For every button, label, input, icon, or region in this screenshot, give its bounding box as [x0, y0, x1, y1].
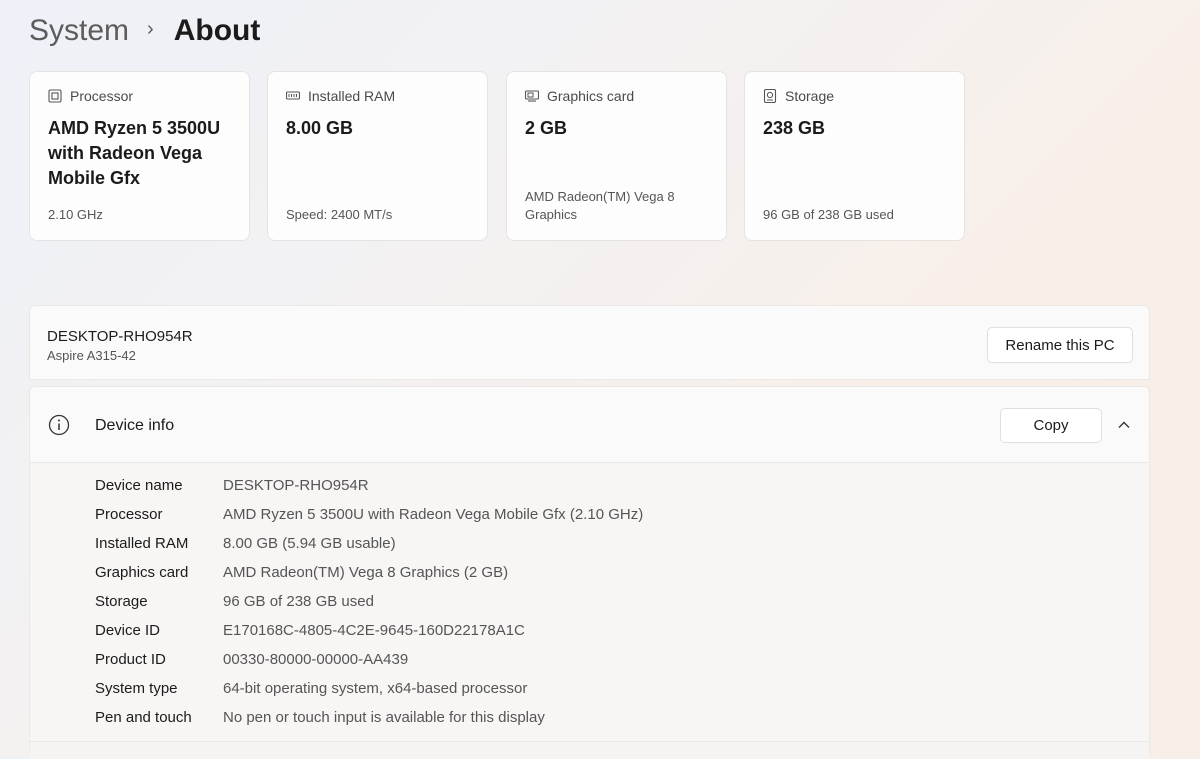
card-graphics-value: 2 GB — [525, 118, 568, 138]
device-info-panel: Device info Copy Device name DESKTOP-RHO… — [29, 386, 1150, 759]
spec-row-processor: Processor AMD Ryzen 5 3500U with Radeon … — [95, 500, 643, 529]
spec-row-product-id: Product ID 00330-80000-00000-AA439 — [95, 645, 408, 674]
device-info-header[interactable]: Device info Copy — [30, 387, 1149, 463]
chevron-up-icon[interactable] — [1116, 417, 1132, 433]
spec-row-pen-and-touch: Pen and touch No pen or touch input is a… — [95, 703, 545, 732]
card-storage-label: Storage — [785, 88, 835, 104]
card-graphics-label: Graphics card — [547, 88, 635, 104]
spec-row-storage: Storage 96 GB of 238 GB used — [95, 587, 374, 616]
pc-model: Aspire A315-42 — [47, 348, 136, 363]
spec-value: 96 GB of 238 GB used — [223, 593, 374, 610]
info-icon — [48, 414, 70, 436]
ram-icon — [286, 89, 300, 103]
pc-name: DESKTOP-RHO954R — [47, 328, 193, 345]
page-title: About — [173, 14, 261, 47]
spec-row-device-id: Device ID E170168C-4805-4C2E-9645-160D22… — [95, 616, 525, 645]
spec-row-installed-ram: Installed RAM 8.00 GB (5.94 GB usable) — [95, 529, 396, 558]
copy-button[interactable]: Copy — [1000, 408, 1102, 443]
processor-icon — [48, 89, 62, 103]
spec-label: Product ID — [95, 651, 166, 668]
spec-value: DESKTOP-RHO954R — [223, 477, 369, 494]
card-storage-sub: 96 GB of 238 GB used — [763, 207, 894, 222]
rename-pc-button[interactable]: Rename this PC — [987, 327, 1133, 363]
spec-row-system-type: System type 64-bit operating system, x64… — [95, 674, 527, 703]
breadcrumb-system[interactable]: System — [29, 14, 129, 48]
card-processor: Processor AMD Ryzen 5 3500U with Radeon … — [29, 71, 250, 241]
breadcrumb: System › About — [29, 10, 260, 52]
graphics-card-icon — [525, 89, 539, 103]
card-ram-sub: Speed: 2400 MT/s — [286, 207, 393, 222]
card-storage: Storage 238 GB 96 GB of 238 GB used — [744, 71, 965, 241]
spec-value: AMD Ryzen 5 3500U with Radeon Vega Mobil… — [223, 506, 644, 523]
device-info-footer — [30, 741, 1149, 759]
storage-icon — [763, 89, 777, 103]
spec-value: 8.00 GB (5.94 GB usable) — [223, 535, 396, 552]
card-processor-value: AMD Ryzen 5 3500U with Radeon Vega Mobil… — [48, 118, 221, 188]
spec-label: System type — [95, 680, 178, 697]
breadcrumb-separator-icon: › — [147, 17, 154, 40]
spec-label: Installed RAM — [95, 535, 189, 552]
spec-row-device-name: Device name DESKTOP-RHO954R — [95, 471, 369, 500]
card-graphics: Graphics card 2 GB AMD Radeon(TM) Vega 8… — [506, 71, 727, 241]
spec-value: No pen or touch input is available for t… — [223, 709, 545, 726]
spec-label: Device name — [95, 477, 183, 494]
card-ram-value: 8.00 GB — [286, 118, 354, 138]
card-processor-label: Processor — [70, 88, 134, 104]
card-ram-label: Installed RAM — [308, 88, 396, 104]
spec-value: E170168C-4805-4C2E-9645-160D22178A1C — [223, 622, 525, 639]
spec-label: Storage — [95, 593, 148, 610]
spec-row-graphics-card: Graphics card AMD Radeon(TM) Vega 8 Grap… — [95, 558, 508, 587]
spec-value: 00330-80000-00000-AA439 — [223, 651, 409, 668]
card-installed-ram: Installed RAM 8.00 GB Speed: 2400 MT/s — [267, 71, 488, 241]
card-processor-sub: 2.10 GHz — [48, 207, 103, 222]
spec-label: Device ID — [95, 622, 161, 639]
spec-label: Processor — [95, 506, 163, 523]
spec-label: Graphics card — [95, 564, 189, 581]
pc-name-panel: DESKTOP-RHO954R Aspire A315-42 Rename th… — [29, 305, 1150, 380]
card-storage-value: 238 GB — [763, 118, 826, 138]
spec-value: AMD Radeon(TM) Vega 8 Graphics (2 GB) — [223, 564, 509, 581]
device-info-body: Device name DESKTOP-RHO954R Processor AM… — [30, 463, 1149, 741]
spec-value: 64-bit operating system, x64-based proce… — [223, 680, 528, 697]
device-info-title: Device info — [95, 417, 175, 434]
card-graphics-sub: AMD Radeon(TM) Vega 8 Graphics — [525, 189, 675, 222]
spec-label: Pen and touch — [95, 709, 192, 726]
